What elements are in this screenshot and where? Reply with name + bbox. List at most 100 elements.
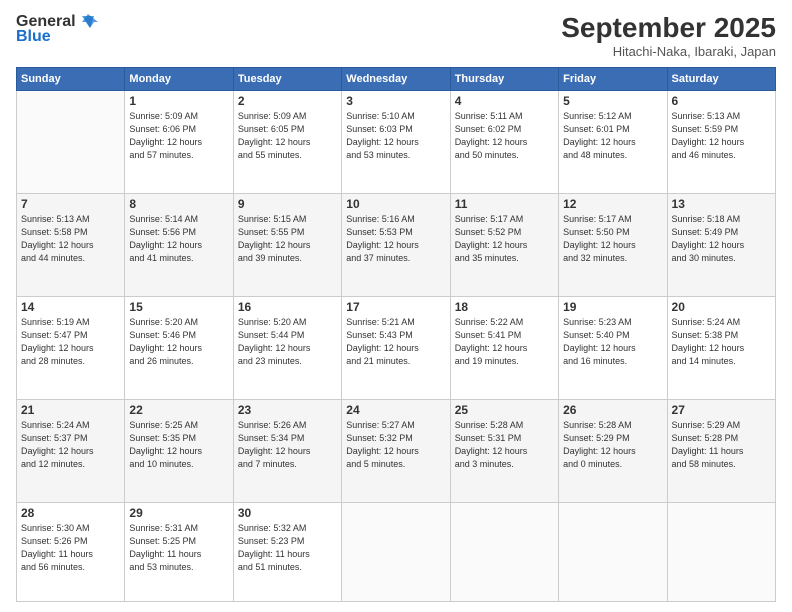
day-number: 2 (238, 94, 337, 108)
day-info: Sunrise: 5:20 AM Sunset: 5:44 PM Dayligh… (238, 316, 337, 368)
day-info: Sunrise: 5:25 AM Sunset: 5:35 PM Dayligh… (129, 419, 228, 471)
table-row: 16 Sunrise: 5:20 AM Sunset: 5:44 PM Dayli… (233, 296, 341, 399)
table-row: 27 Sunrise: 5:29 AM Sunset: 5:28 PM Dayli… (667, 399, 775, 502)
day-info: Sunrise: 5:20 AM Sunset: 5:46 PM Dayligh… (129, 316, 228, 368)
table-row: 6Sunrise: 5:13 AM Sunset: 5:59 PM Daylig… (667, 91, 775, 194)
logo-blue: Blue (16, 28, 51, 46)
table-row: 28 Sunrise: 5:30 AM Sunset: 5:26 PM Dayli… (17, 502, 125, 601)
day-number: 21 (21, 403, 120, 417)
day-info: Sunrise: 5:28 AM Sunset: 5:29 PM Dayligh… (563, 419, 662, 471)
table-row: 10 Sunrise: 5:16 AM Sunset: 5:53 PM Dayli… (342, 193, 450, 296)
day-info: Sunrise: 5:11 AM Sunset: 6:02 PM Dayligh… (455, 110, 554, 162)
day-info: Sunrise: 5:29 AM Sunset: 5:28 PM Dayligh… (672, 419, 771, 471)
day-number: 7 (21, 197, 120, 211)
table-row: 29 Sunrise: 5:31 AM Sunset: 5:25 PM Dayli… (125, 502, 233, 601)
table-row (17, 91, 125, 194)
table-row: 11Sunrise: 5:17 AM Sunset: 5:52 PM Dayli… (450, 193, 558, 296)
calendar-table: Sunday Monday Tuesday Wednesday Thursday… (16, 67, 776, 602)
day-info: Sunrise: 5:27 AM Sunset: 5:32 PM Dayligh… (346, 419, 445, 471)
day-info: Sunrise: 5:32 AM Sunset: 5:23 PM Dayligh… (238, 522, 337, 574)
table-row: 23 Sunrise: 5:26 AM Sunset: 5:34 PM Dayli… (233, 399, 341, 502)
table-row: 30 Sunrise: 5:32 AM Sunset: 5:23 PM Dayli… (233, 502, 341, 601)
day-info: Sunrise: 5:13 AM Sunset: 5:59 PM Dayligh… (672, 110, 771, 162)
month-title: September 2025 (561, 12, 776, 44)
table-row: 17 Sunrise: 5:21 AM Sunset: 5:43 PM Dayli… (342, 296, 450, 399)
table-row: 3 Sunrise: 5:10 AM Sunset: 6:03 PM Daylig… (342, 91, 450, 194)
day-number: 17 (346, 300, 445, 314)
table-row (450, 502, 558, 601)
day-number: 19 (563, 300, 662, 314)
day-info: Sunrise: 5:09 AM Sunset: 6:05 PM Dayligh… (238, 110, 337, 162)
table-row: 9Sunrise: 5:15 AM Sunset: 5:55 PM Daylig… (233, 193, 341, 296)
day-number: 26 (563, 403, 662, 417)
day-info: Sunrise: 5:17 AM Sunset: 5:50 PM Dayligh… (563, 213, 662, 265)
day-info: Sunrise: 5:14 AM Sunset: 5:56 PM Dayligh… (129, 213, 228, 265)
day-number: 13 (672, 197, 771, 211)
table-row: 5 Sunrise: 5:12 AM Sunset: 6:01 PM Daylig… (559, 91, 667, 194)
table-row: 4 Sunrise: 5:11 AM Sunset: 6:02 PM Daylig… (450, 91, 558, 194)
day-number: 20 (672, 300, 771, 314)
day-number: 14 (21, 300, 120, 314)
day-number: 8 (129, 197, 228, 211)
header-row: Sunday Monday Tuesday Wednesday Thursday… (17, 68, 776, 91)
day-info: Sunrise: 5:21 AM Sunset: 5:43 PM Dayligh… (346, 316, 445, 368)
col-tuesday: Tuesday (233, 68, 341, 91)
table-row: 14 Sunrise: 5:19 AM Sunset: 5:47 PM Dayli… (17, 296, 125, 399)
col-wednesday: Wednesday (342, 68, 450, 91)
day-number: 22 (129, 403, 228, 417)
day-info: Sunrise: 5:10 AM Sunset: 6:03 PM Dayligh… (346, 110, 445, 162)
day-number: 4 (455, 94, 554, 108)
table-row: 12Sunrise: 5:17 AM Sunset: 5:50 PM Dayli… (559, 193, 667, 296)
table-row: 13 Sunrise: 5:18 AM Sunset: 5:49 PM Dayli… (667, 193, 775, 296)
day-info: Sunrise: 5:30 AM Sunset: 5:26 PM Dayligh… (21, 522, 120, 574)
table-row: 7Sunrise: 5:13 AM Sunset: 5:58 PM Daylig… (17, 193, 125, 296)
day-info: Sunrise: 5:17 AM Sunset: 5:52 PM Dayligh… (455, 213, 554, 265)
day-info: Sunrise: 5:19 AM Sunset: 5:47 PM Dayligh… (21, 316, 120, 368)
day-number: 15 (129, 300, 228, 314)
day-number: 27 (672, 403, 771, 417)
header: General Blue September 2025 Hitachi-Naka… (16, 12, 776, 59)
title-block: September 2025 Hitachi-Naka, Ibaraki, Ja… (561, 12, 776, 59)
table-row: 18Sunrise: 5:22 AM Sunset: 5:41 PM Dayli… (450, 296, 558, 399)
day-number: 1 (129, 94, 228, 108)
table-row: 25 Sunrise: 5:28 AM Sunset: 5:31 PM Dayli… (450, 399, 558, 502)
day-number: 16 (238, 300, 337, 314)
table-row: 8 Sunrise: 5:14 AM Sunset: 5:56 PM Daylig… (125, 193, 233, 296)
table-row: 15 Sunrise: 5:20 AM Sunset: 5:46 PM Dayli… (125, 296, 233, 399)
table-row: 22 Sunrise: 5:25 AM Sunset: 5:35 PM Dayli… (125, 399, 233, 502)
table-row (559, 502, 667, 601)
table-row: 20 Sunrise: 5:24 AM Sunset: 5:38 PM Dayli… (667, 296, 775, 399)
table-row (342, 502, 450, 601)
logo: General Blue (16, 12, 98, 46)
day-info: Sunrise: 5:26 AM Sunset: 5:34 PM Dayligh… (238, 419, 337, 471)
day-number: 28 (21, 506, 120, 520)
day-info: Sunrise: 5:31 AM Sunset: 5:25 PM Dayligh… (129, 522, 228, 574)
day-info: Sunrise: 5:18 AM Sunset: 5:49 PM Dayligh… (672, 213, 771, 265)
table-row: 24 Sunrise: 5:27 AM Sunset: 5:32 PM Dayli… (342, 399, 450, 502)
logo-arrow-icon (78, 12, 98, 32)
table-row: 1 Sunrise: 5:09 AM Sunset: 6:06 PM Daylig… (125, 91, 233, 194)
day-info: Sunrise: 5:24 AM Sunset: 5:37 PM Dayligh… (21, 419, 120, 471)
col-sunday: Sunday (17, 68, 125, 91)
table-row (667, 502, 775, 601)
col-thursday: Thursday (450, 68, 558, 91)
day-number: 9 (238, 197, 337, 211)
table-row: 2 Sunrise: 5:09 AM Sunset: 6:05 PM Daylig… (233, 91, 341, 194)
day-number: 29 (129, 506, 228, 520)
day-info: Sunrise: 5:12 AM Sunset: 6:01 PM Dayligh… (563, 110, 662, 162)
day-info: Sunrise: 5:16 AM Sunset: 5:53 PM Dayligh… (346, 213, 445, 265)
day-info: Sunrise: 5:28 AM Sunset: 5:31 PM Dayligh… (455, 419, 554, 471)
day-number: 30 (238, 506, 337, 520)
day-info: Sunrise: 5:09 AM Sunset: 6:06 PM Dayligh… (129, 110, 228, 162)
table-row: 26 Sunrise: 5:28 AM Sunset: 5:29 PM Dayli… (559, 399, 667, 502)
day-info: Sunrise: 5:24 AM Sunset: 5:38 PM Dayligh… (672, 316, 771, 368)
day-number: 25 (455, 403, 554, 417)
table-row: 21 Sunrise: 5:24 AM Sunset: 5:37 PM Dayli… (17, 399, 125, 502)
day-number: 5 (563, 94, 662, 108)
day-number: 3 (346, 94, 445, 108)
day-number: 10 (346, 197, 445, 211)
location-subtitle: Hitachi-Naka, Ibaraki, Japan (561, 44, 776, 59)
table-row: 19Sunrise: 5:23 AM Sunset: 5:40 PM Dayli… (559, 296, 667, 399)
day-number: 24 (346, 403, 445, 417)
day-number: 23 (238, 403, 337, 417)
